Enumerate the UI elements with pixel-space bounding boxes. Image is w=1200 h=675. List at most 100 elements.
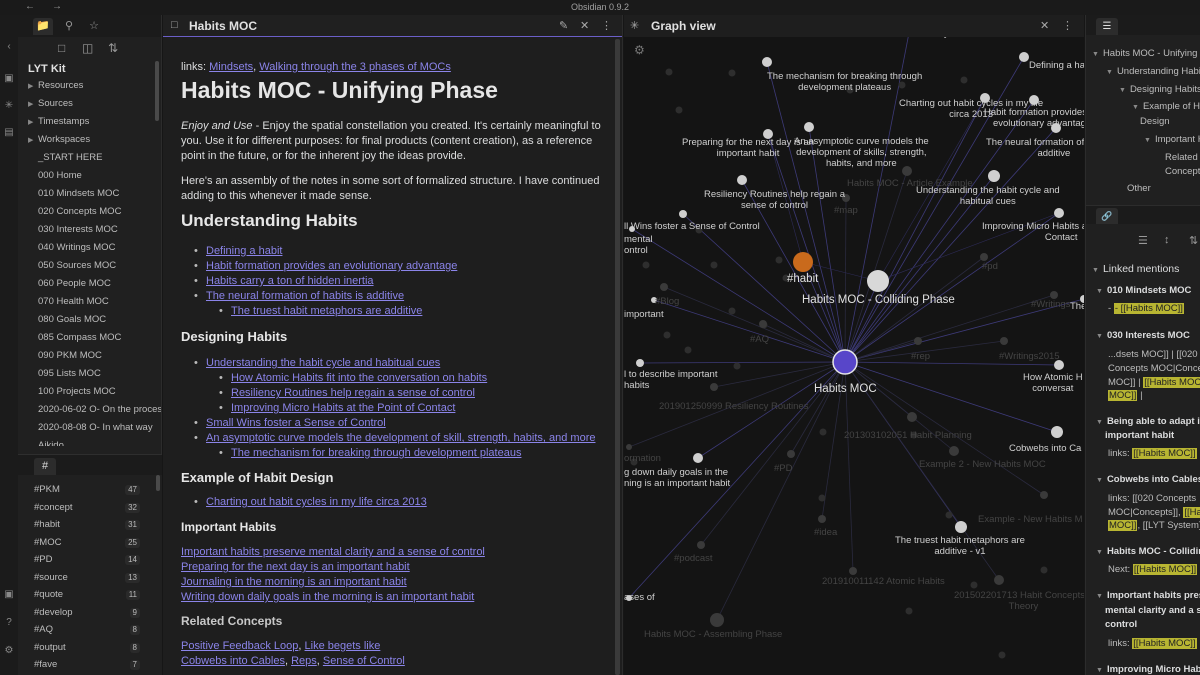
new-folder-icon[interactable]: ◫ [82, 41, 93, 55]
graph-node[interactable] [626, 444, 632, 450]
graph-node-orphan[interactable] [905, 607, 913, 615]
file-item[interactable]: 000 Home [18, 167, 161, 185]
graph-icon[interactable]: ✳ [3, 100, 15, 112]
tag-item[interactable]: #AQ 8 [18, 621, 162, 639]
mention-context[interactable]: MOC]] | [1108, 388, 1143, 403]
graph-node[interactable] [636, 359, 644, 367]
graph-node[interactable] [1054, 208, 1064, 218]
tag-item[interactable]: #source 13 [18, 569, 162, 587]
internal-link[interactable]: Writing down daily goals in the morning … [181, 590, 474, 605]
outline-item[interactable]: ▼Example of Habit [1132, 101, 1200, 114]
outline-tab-icon[interactable]: ☰ [1096, 18, 1118, 35]
new-note-icon[interactable]: □ [58, 41, 65, 55]
graph-node[interactable] [1050, 291, 1058, 299]
graph-node[interactable] [679, 210, 687, 218]
tag-item[interactable]: #PD 14 [18, 551, 162, 569]
graph-node[interactable] [832, 349, 858, 375]
graph-node-orphan[interactable] [642, 261, 650, 269]
graph-node-orphan[interactable] [818, 494, 826, 502]
linked-mentions-header[interactable]: ▼ Linked mentions [1092, 262, 1179, 278]
sort-icon[interactable]: ⇅ [108, 41, 118, 55]
mention-title[interactable]: ▼ Important habits prese [1096, 588, 1200, 604]
graph-node[interactable] [787, 450, 795, 458]
list-link[interactable]: Habits carry a ton of hidden inertia [194, 274, 374, 289]
graph-node[interactable] [1040, 491, 1048, 499]
graph-node[interactable] [849, 567, 857, 575]
graph-node-orphan[interactable] [710, 261, 718, 269]
file-explorer-scrollbar[interactable] [155, 61, 159, 121]
internal-link[interactable]: Cobwebs into Cables [181, 655, 285, 667]
graph-node[interactable] [804, 122, 814, 132]
graph-node[interactable] [759, 320, 767, 328]
list-link[interactable]: The mechanism for breaking through devel… [219, 446, 521, 461]
open-quick-switcher-icon[interactable]: ▣ [3, 73, 15, 85]
graph-node[interactable] [867, 270, 889, 292]
internal-link[interactable]: Important habits preserve mental clarity… [181, 545, 485, 560]
outline-item[interactable]: Related [1165, 152, 1198, 164]
list-link[interactable]: Improving Micro Habits at the Point of C… [219, 401, 455, 416]
outline-item[interactable]: ▼ Habits MOC - Unifying [1092, 48, 1197, 61]
settings-gear-icon[interactable]: ⚙ [3, 645, 15, 657]
mention-context[interactable]: ...dsets MOC]] | [[020 [1108, 347, 1198, 362]
file-item[interactable]: 060 People MOC [18, 275, 161, 293]
internal-link[interactable]: Walking through the 3 phases of MOCs [259, 61, 451, 73]
file-item[interactable]: 2020-08-08 O- In what way [18, 419, 161, 437]
mention-title[interactable]: ▼ Habits MOC - Colliding [1096, 544, 1200, 560]
graph-node-orphan[interactable] [998, 651, 1006, 659]
sort-icon[interactable]: ⇅ [1189, 234, 1198, 247]
graph-node[interactable] [949, 446, 959, 456]
internal-link[interactable]: Positive Feedback Loop [181, 640, 298, 652]
list-link[interactable]: Resiliency Routines help regain a sense … [219, 386, 475, 401]
graph-node-orphan[interactable] [665, 68, 673, 76]
graph-node[interactable] [762, 57, 772, 67]
mention-title[interactable]: ▼Improving Micro Habits [1096, 662, 1200, 675]
mention-title[interactable]: ▼ 030 Interests MOC [1096, 328, 1190, 344]
file-item[interactable]: 085 Compass MOC [18, 329, 161, 347]
graph-view[interactable]: ✳ Graph view ✕ ⋮ ⚙ Habits carry a ton of… [624, 15, 1084, 675]
graph-node-orphan[interactable] [675, 106, 683, 114]
graph-node[interactable] [1019, 52, 1029, 62]
tag-item[interactable]: #develop 9 [18, 604, 162, 622]
backlinks-tab-icon[interactable]: 🔗 [1096, 208, 1118, 224]
graph-node-orphan[interactable] [960, 76, 968, 84]
list-link[interactable]: An asymptotic curve models the developme… [194, 431, 595, 446]
tag-item[interactable]: #output 8 [18, 639, 162, 657]
starred-tab-icon[interactable]: ☆ [84, 18, 104, 35]
tag-item[interactable]: #PKM 47 [18, 481, 162, 499]
graph-node[interactable] [697, 541, 705, 549]
list-link[interactable]: The truest habit metaphors are additive [219, 304, 422, 319]
mention-context[interactable]: links: [[Habits MOC]] [1108, 446, 1197, 461]
internal-link[interactable]: Sense of Control [323, 655, 405, 667]
collapse-icon[interactable]: ‹ [3, 41, 15, 53]
mention-context[interactable]: - - [[Habits MOC]] [1108, 301, 1184, 316]
tag-item[interactable]: #fave 7 [18, 656, 162, 674]
graph-node-orphan[interactable] [728, 307, 736, 315]
list-link[interactable]: The neural formation of habits is additi… [194, 289, 404, 304]
mention-context[interactable]: Next: [[Habits MOC]] [1108, 562, 1198, 577]
tag-item[interactable]: #MOC 25 [18, 534, 162, 552]
more-options-icon[interactable]: ⋮ [601, 19, 612, 32]
tag-item[interactable]: #habit 31 [18, 516, 162, 534]
show-more-context-icon[interactable]: ↕ [1164, 234, 1170, 246]
close-icon[interactable]: ✕ [1040, 19, 1049, 32]
tag-item[interactable]: #concept 32 [18, 499, 162, 517]
list-link[interactable]: Small Wins foster a Sense of Control [194, 416, 386, 431]
folder-item[interactable]: ▶ Resources [18, 77, 161, 95]
help-icon[interactable]: ? [3, 617, 15, 629]
mention-title[interactable]: ▼ Cobwebs into Cables [1096, 472, 1200, 488]
more-options-icon[interactable]: ⋮ [1062, 19, 1073, 32]
file-item[interactable]: 070 Health MOC [18, 293, 161, 311]
graph-node[interactable] [660, 283, 668, 291]
graph-node-orphan[interactable] [819, 428, 827, 436]
close-icon[interactable]: ✕ [580, 19, 589, 32]
editor-scrollbar[interactable] [615, 39, 620, 675]
file-item[interactable]: Aikido [18, 437, 161, 446]
file-item[interactable]: 090 PKM MOC [18, 347, 161, 365]
graph-node-orphan[interactable] [970, 581, 978, 589]
mention-context[interactable]: Concepts MOC|Conce [1108, 361, 1200, 376]
outline-item[interactable]: ▼ Important H [1144, 134, 1200, 147]
file-item[interactable]: 100 Projects MOC [18, 383, 161, 401]
list-link[interactable]: Defining a habit [194, 244, 283, 259]
mention-context[interactable]: links: [[Habits MOC]] [1108, 636, 1197, 651]
mention-title[interactable]: ▼ 010 Mindsets MOC [1096, 283, 1191, 299]
